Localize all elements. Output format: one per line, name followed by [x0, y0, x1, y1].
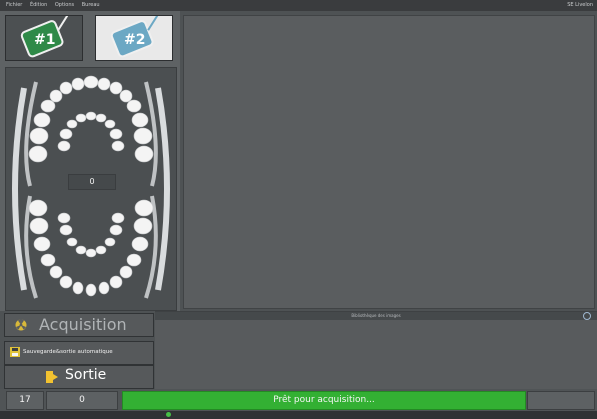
status-field-1: 17: [6, 391, 44, 410]
sensor-2-button[interactable]: #2: [95, 15, 173, 61]
sensor-1-label: #1: [34, 32, 55, 48]
menu-edition[interactable]: Édition: [30, 0, 47, 11]
tooth-count-field: 0: [68, 174, 116, 190]
status-field-3: [527, 391, 595, 410]
acquisition-label: Acquisition: [39, 315, 127, 334]
image-library-panel[interactable]: Bibliothèque des images: [155, 311, 597, 390]
menu-bureau[interactable]: Bureau: [82, 0, 100, 11]
menu-bar: Fichier Édition Options Bureau SE Livelo…: [0, 0, 597, 11]
image-library-title: Bibliothèque des images: [155, 312, 597, 320]
tooth-chart[interactable]: 0: [5, 67, 177, 311]
menu-fichier[interactable]: Fichier: [6, 0, 22, 11]
image-viewer[interactable]: [183, 15, 595, 309]
menu-options[interactable]: Options: [55, 0, 74, 11]
status-indicator-icon: [166, 412, 171, 417]
status-bar: 17 0 Prêt pour acquisition...: [0, 389, 597, 411]
auto-save-button[interactable]: Sauvegarde&sortie automatique: [4, 341, 154, 365]
window-title: SE Livelon: [567, 2, 593, 8]
save-icon: [10, 347, 20, 357]
bottom-strip: [0, 411, 597, 419]
left-panel: #1 #2 0: [0, 11, 180, 311]
exit-door-icon: [46, 371, 58, 383]
exit-label: Sortie: [65, 367, 107, 383]
auto-save-label: Sauvegarde&sortie automatique: [23, 349, 113, 355]
sensor-2-label: #2: [124, 32, 145, 48]
radiation-icon: [15, 319, 27, 331]
status-field-2: 0: [46, 391, 118, 410]
status-message: Prêt pour acquisition...: [122, 391, 526, 410]
sensor-1-button[interactable]: #1: [5, 15, 83, 61]
sensor-2-icon: #2: [110, 16, 159, 58]
library-settings-icon[interactable]: [583, 312, 591, 320]
acquisition-button[interactable]: Acquisition: [4, 313, 154, 337]
exit-button[interactable]: Sortie: [4, 365, 154, 389]
sensor-1-icon: #1: [20, 16, 69, 58]
